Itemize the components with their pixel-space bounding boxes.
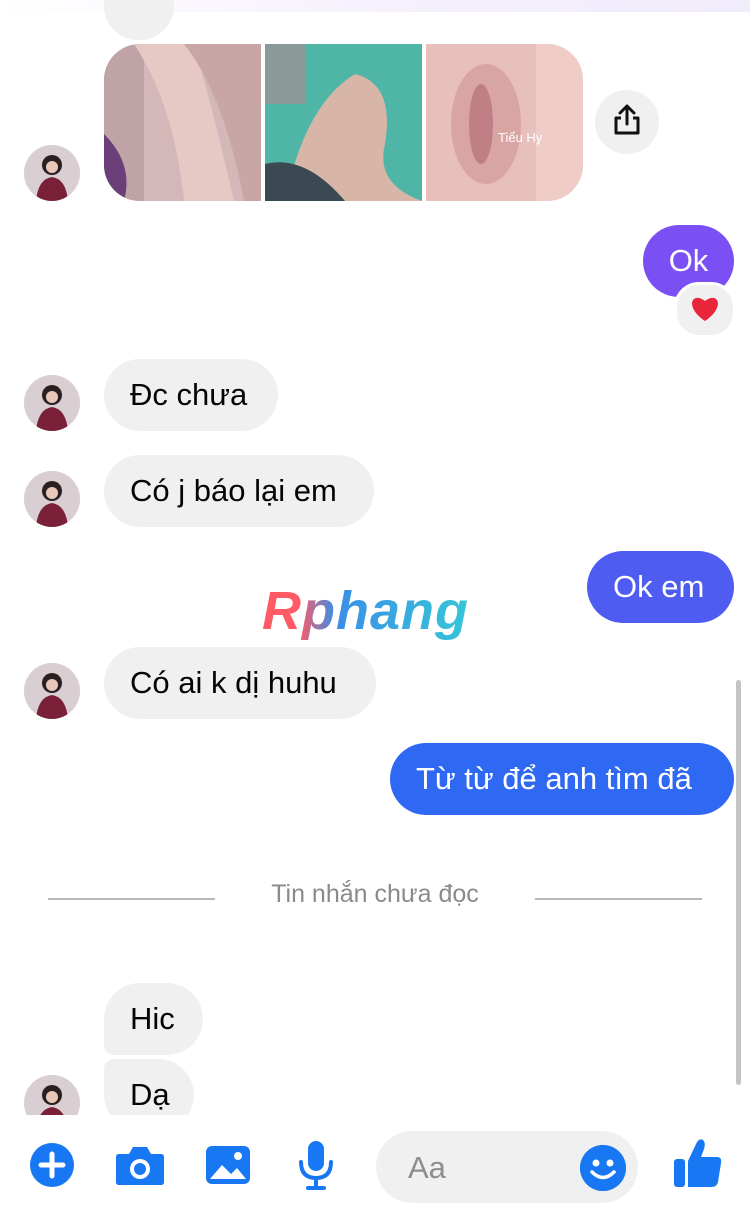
share-icon — [612, 104, 642, 141]
thumbs-up-icon — [673, 1137, 723, 1194]
share-button[interactable] — [595, 90, 659, 154]
microphone-icon — [298, 1140, 334, 1195]
top-strip — [0, 0, 750, 40]
plus-icon — [29, 1142, 75, 1193]
incoming-message[interactable]: Đc chưa — [104, 359, 278, 431]
avatar[interactable] — [24, 145, 80, 201]
photo-caption: Tiểu Hy — [498, 130, 543, 145]
camera-icon — [115, 1144, 165, 1191]
unread-divider-label: Tin nhắn chưa đọc — [271, 880, 479, 908]
message-input[interactable] — [406, 1145, 590, 1191]
shared-photo[interactable] — [104, 44, 261, 201]
shared-photo[interactable] — [265, 44, 422, 201]
heart-icon — [690, 294, 720, 327]
reaction-badge[interactable] — [674, 282, 736, 338]
incoming-message[interactable]: Có ai k dị huhu — [104, 647, 376, 719]
scrollbar[interactable] — [736, 680, 741, 1085]
gallery-button[interactable] — [198, 1137, 258, 1197]
image-icon — [205, 1145, 251, 1190]
incoming-message[interactable]: Hic — [104, 983, 203, 1055]
emoji-button[interactable] — [580, 1145, 626, 1191]
avatar[interactable] — [24, 375, 80, 431]
voice-button[interactable] — [286, 1137, 346, 1197]
like-button[interactable] — [668, 1134, 728, 1196]
emoji-icon — [580, 1145, 626, 1195]
avatar[interactable] — [24, 663, 80, 719]
watermark-logo: Rphang — [262, 581, 469, 641]
incoming-message[interactable]: Có j báo lại em — [104, 455, 374, 527]
partial-message-bubble — [104, 0, 174, 40]
camera-button[interactable] — [110, 1137, 170, 1197]
divider-line — [535, 898, 702, 900]
outgoing-message[interactable]: Ok em — [587, 551, 734, 623]
shared-photo[interactable]: Tiểu Hy — [426, 44, 583, 201]
plus-button[interactable] — [22, 1137, 82, 1197]
divider-line — [48, 898, 215, 900]
outgoing-message[interactable]: Từ từ để anh tìm đã — [390, 743, 734, 815]
avatar[interactable] — [24, 471, 80, 527]
